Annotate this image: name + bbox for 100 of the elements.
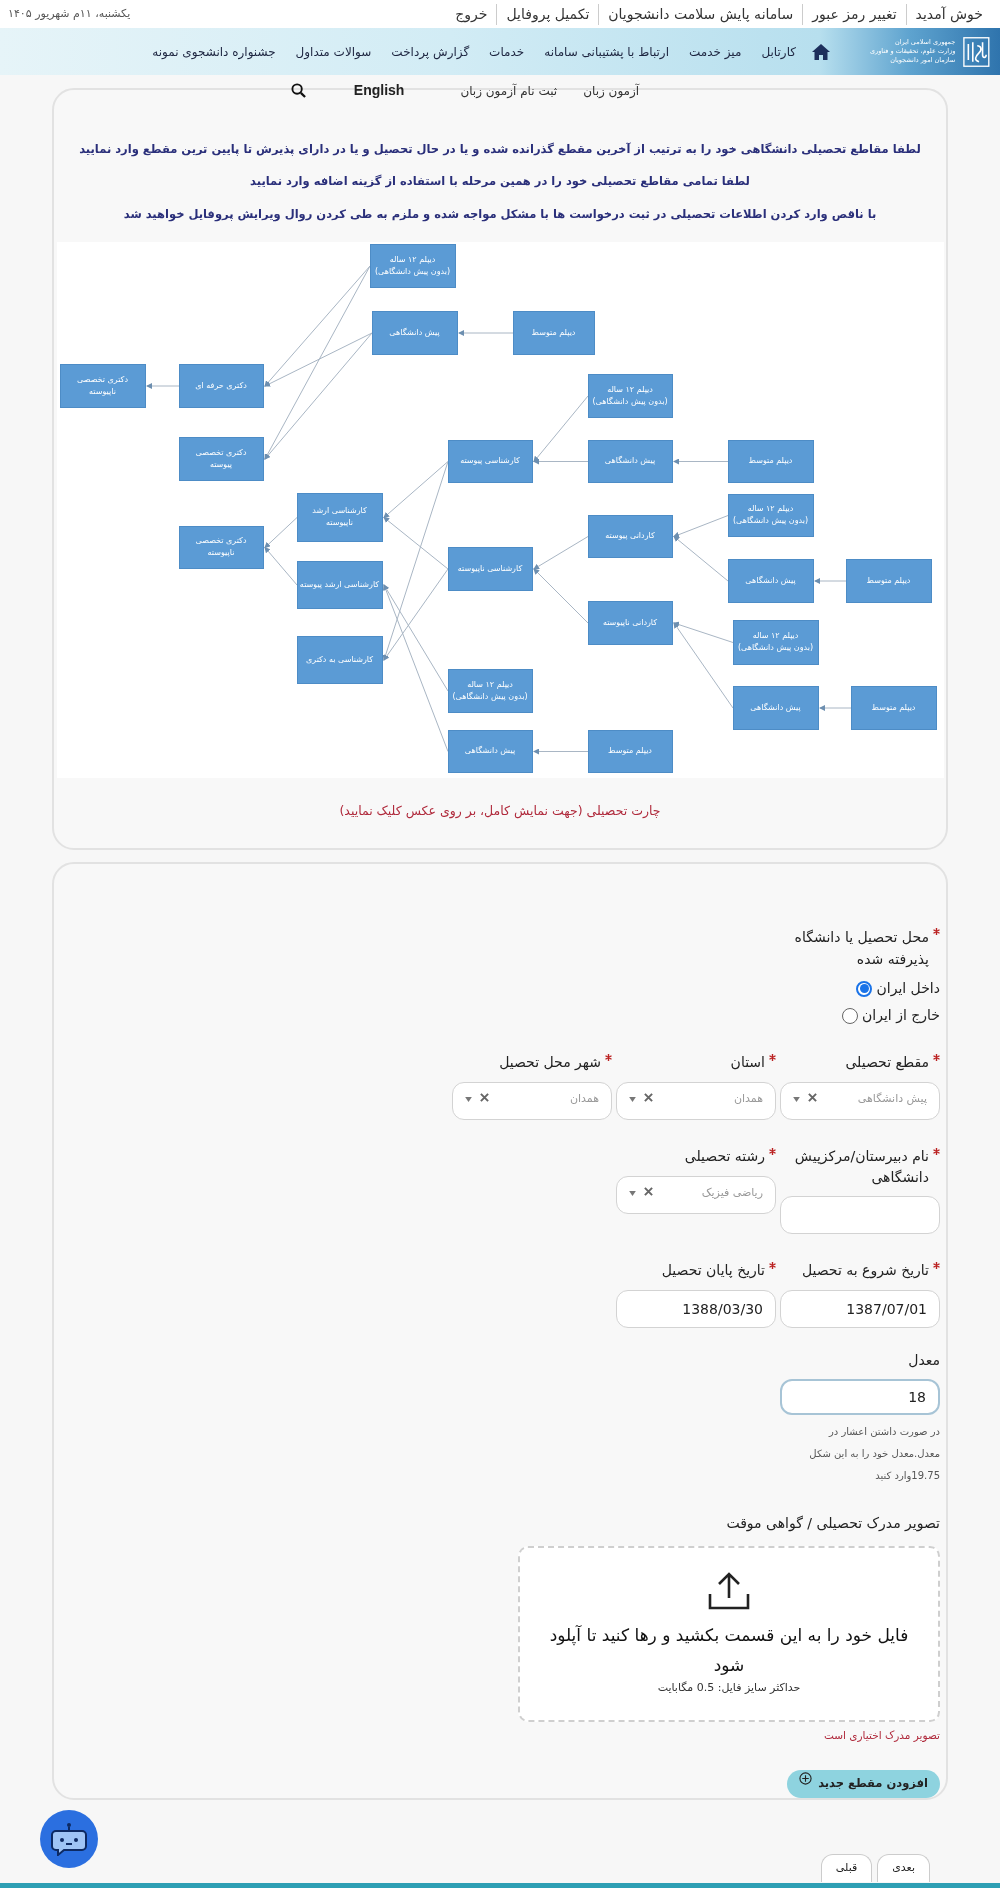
top-bar-link[interactable]: تغییر رمز عبور [803, 3, 907, 25]
nav-item[interactable]: سوالات متداول [295, 42, 372, 61]
instruction-text: با ناقص وارد کردن اطلاعات تحصیلی در ثبت درخواست ها با مشکل مواجه شده و ملزم به طی کردن روال ویرایش پروفایل خواهید شد [123, 205, 877, 223]
logo-emblem-icon [963, 34, 990, 69]
text-field[interactable] [780, 1196, 940, 1234]
clear-icon[interactable] [480, 1093, 489, 1102]
chart-node: دیپلم متوسط [845, 558, 932, 603]
top-bar-link[interactable]: سامانه پایش سلامت دانشجویان [599, 3, 804, 25]
radio-button[interactable] [856, 980, 873, 997]
chart-node: پیش دانشگاهی [732, 685, 819, 730]
upload-dropzone[interactable]: فایل خود را به این قسمت بکشید و رها کنید تا آپلود شود حداکثر سایز فایل: 0.5 مگابایت [518, 1545, 940, 1723]
radio-option-label: داخل ایران [876, 979, 940, 999]
radio-button[interactable] [842, 1007, 859, 1024]
field-label: استان [730, 1053, 765, 1072]
clear-icon[interactable] [644, 1187, 653, 1196]
connector-arrow [672, 458, 728, 465]
chart-node: دیپلم ۱۲ ساله (بدون پیش دانشگاهی) [447, 668, 533, 713]
connector-arrow [818, 704, 851, 711]
field-label: تاریخ پایان تحصیل [661, 1261, 765, 1281]
chart-node: کاردانی ناپیوسته [587, 600, 673, 645]
field-label: معدل [908, 1351, 940, 1370]
chart-node: دیپلم متوسط [512, 310, 595, 355]
chart-node: دیپلم متوسط [727, 439, 814, 483]
chart-node: دیپلم متوسط [850, 685, 937, 730]
field-label: نام دبیرستان/مرکزپیش دانشگاهی [793, 1147, 929, 1187]
chart-node: دیپلم ۱۲ ساله (بدون پیش دانشگاهی) [369, 243, 456, 288]
connector-arrow [813, 577, 846, 584]
chart-node: کارشناسی پیوسته [447, 439, 533, 483]
field-label: مقطع تحصیلی [845, 1053, 929, 1073]
caret-icon[interactable] [465, 1097, 472, 1102]
instruction-text: لطفا تمامی مقاطع تحصیلی خود را در همین مرحله با استفاده از گزینه اضافه وارد نمایید [250, 173, 750, 191]
add-level-button[interactable]: افزودن مقطع جدید [787, 1770, 940, 1798]
field-label: شهر محل تحصیل [499, 1053, 601, 1073]
top-bar-link[interactable]: تکمیل پروفایل [497, 3, 600, 25]
field-label: تاریخ شروع به تحصیل [801, 1261, 929, 1281]
chart-node: دیپلم ۱۲ ساله (بدون پیش دانشگاهی) [587, 373, 673, 418]
chart-node: کاردانی پیوسته [587, 514, 673, 558]
connector-arrow [263, 516, 297, 548]
upload-icon [708, 1571, 750, 1610]
chart-node: کارشناسی به دکتری [296, 635, 383, 684]
home-icon[interactable] [812, 43, 830, 60]
caret-icon[interactable] [793, 1097, 800, 1102]
upload-prompt: فایل خود را به این قسمت بکشید و رها کنید تا آپلود شود [548, 1623, 910, 1677]
nav-item[interactable]: جشنواره دانشجوی نمونه [152, 42, 276, 61]
help-text: در صورت داشتن اعشار در معدل.معدل خود را به این شکل 19.75وارد کنید [808, 1424, 940, 1484]
connector-arrow [263, 546, 297, 586]
radio-option-label: خارج از ایران [862, 1006, 940, 1026]
average-field[interactable]: 18 [780, 1379, 940, 1415]
text-field[interactable]: 1387/07/01 [780, 1290, 940, 1328]
field-label: تصویر مدرک تحصیلی / گواهی موقت [726, 1513, 940, 1534]
nav-item[interactable]: خدمات [489, 42, 525, 61]
clear-icon[interactable] [644, 1093, 653, 1102]
robot-chat-icon [50, 1822, 88, 1856]
connector-arrow [532, 748, 588, 755]
chart-node: دکتری تخصصی ناپیوسته [178, 525, 264, 569]
chart-node: کارشناسی ارشد پیوسته [296, 560, 383, 609]
top-bar-link[interactable]: خروج [446, 3, 498, 25]
nav-item[interactable]: کارتابل [761, 42, 796, 61]
instruction-text: لطفا مقاطع تحصیلی دانشگاهی خود را به ترتیب از آخرین مقطع گذرانده شده و یا در حال تحصیل و یا در دارای پذیرش تا پایین ترین مقطع وارد نمایید [79, 141, 921, 159]
search-icon[interactable] [290, 83, 306, 98]
chart-node: پیش دانشگاهی [587, 439, 673, 483]
nav-item[interactable]: گزارش پرداخت [391, 42, 470, 61]
chart-node: دیپلم ۱۲ ساله (بدون پیش دانشگاهی) [732, 619, 819, 665]
chart-node: پیش دانشگاهی [371, 310, 458, 355]
field-label: رشته تحصیلی [684, 1147, 765, 1167]
select-value: همدان [732, 1091, 763, 1107]
chart-node: دیپلم ۱۲ ساله (بدون پیش دانشگاهی) [727, 493, 814, 537]
chart-node: دکتری حرفه ای [178, 363, 264, 408]
chart-node: دیپلم متوسط [587, 729, 673, 773]
date-text: یکشنبه، ۱۱م شهریور ۱۴۰۵ [8, 5, 131, 22]
chatbot-button[interactable] [40, 1810, 98, 1868]
chart-node: دکتری تخصصی پیوسته [178, 436, 264, 481]
sub-nav-link[interactable]: ثبت نام آزمون زبان [460, 81, 558, 100]
connector-arrow [457, 329, 513, 336]
plus-circle-icon [799, 1772, 813, 1786]
pager-button[interactable]: قبلی [820, 1854, 873, 1882]
select-value: همدان [568, 1091, 599, 1107]
sub-nav-link[interactable]: آزمون زبان [583, 81, 640, 100]
language-link[interactable]: English [353, 80, 405, 101]
clear-icon[interactable] [808, 1093, 817, 1102]
chart-node: کارشناسی ناپیوسته [447, 546, 533, 591]
nav-item[interactable]: ارتباط با پشتیبانی سامانه [544, 42, 669, 61]
chart-caption[interactable]: چارت تحصیلی (جهت نمایش کامل، بر روی عکس کلیک نمایید) [339, 801, 661, 821]
chart-node: کارشناسی ارشد ناپیوسته [296, 492, 383, 542]
text-field[interactable]: 1388/03/30 [616, 1290, 776, 1328]
caret-icon[interactable] [629, 1191, 636, 1196]
pager-button[interactable]: بعدی [877, 1854, 930, 1882]
optional-note: تصویر مدرک اختیاری است [823, 1728, 940, 1744]
nav-item[interactable]: میز خدمت [689, 42, 742, 61]
field-label: محل تحصیل یا دانشگاه پذیرفته شده [793, 928, 929, 970]
file-size-limit: حداکثر سایز فایل: 0.5 مگابایت [657, 1679, 801, 1696]
select-value: ریاضی فیزیک [700, 1185, 763, 1201]
chart-node: پیش دانشگاهی [447, 729, 533, 773]
chart-node: دکتری تخصصی ناپیوسته [59, 363, 146, 408]
education-chart[interactable] [56, 241, 944, 778]
top-bar-link[interactable]: خوش آمدید [906, 3, 992, 25]
chart-node: پیش دانشگاهی [727, 558, 814, 603]
select-value: پیش دانشگاهی [856, 1091, 927, 1107]
connector-arrow [145, 382, 179, 389]
caret-icon[interactable] [629, 1097, 636, 1102]
